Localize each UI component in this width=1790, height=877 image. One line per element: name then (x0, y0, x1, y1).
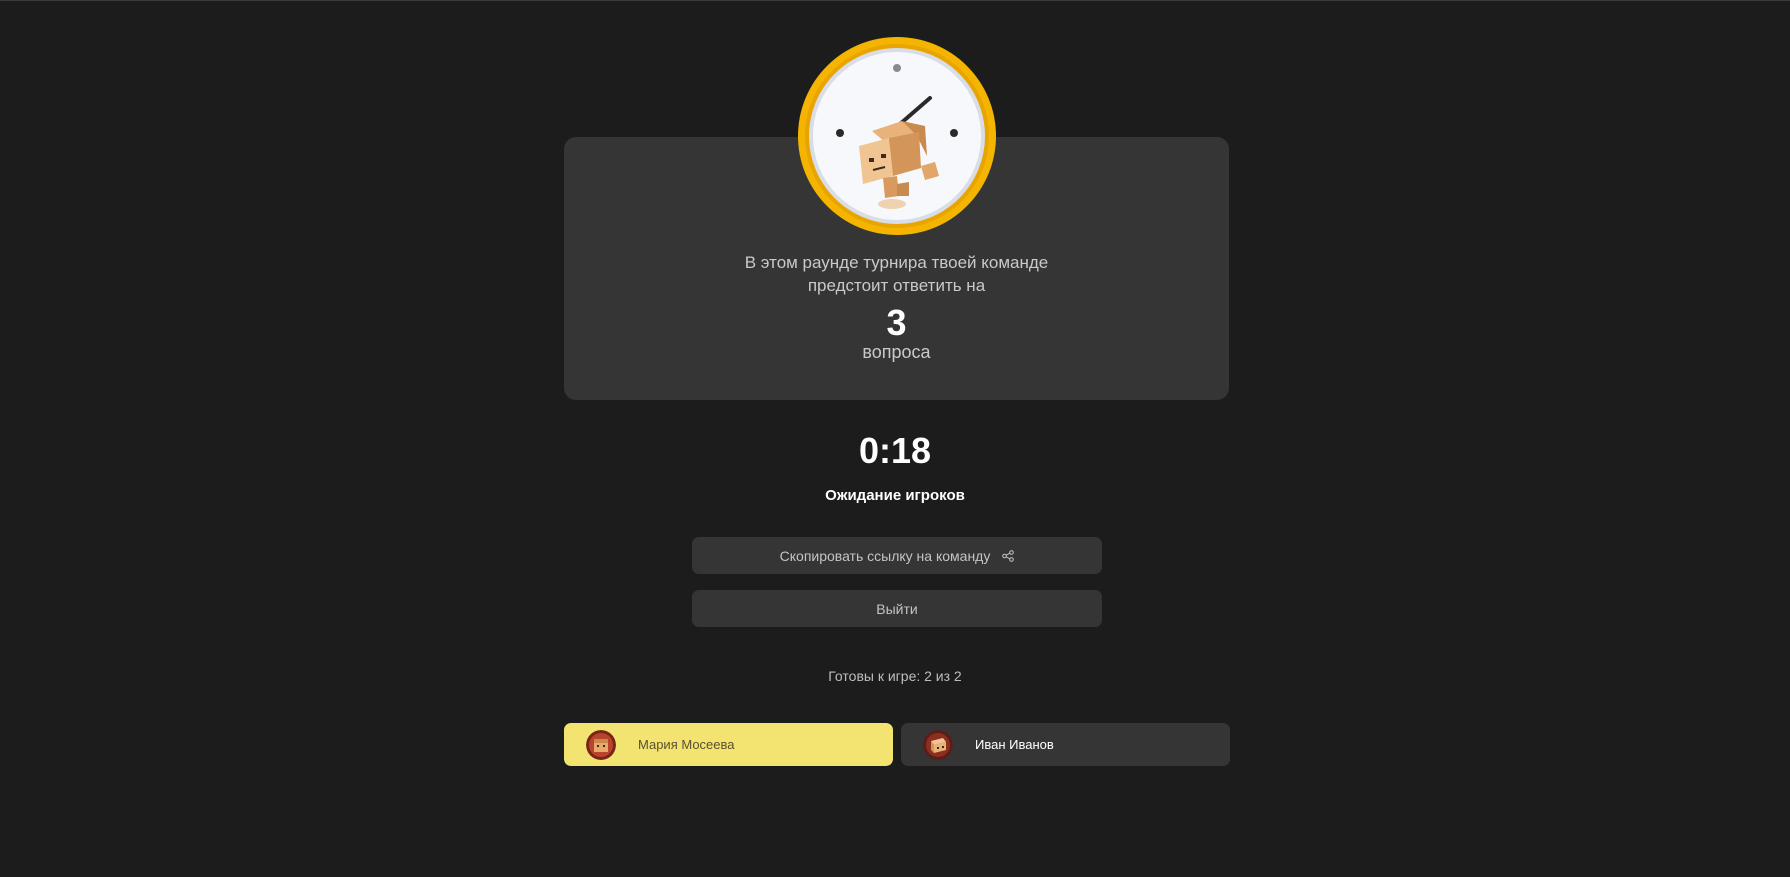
avatar (586, 729, 616, 760)
round-description: В этом раунде турнира твоей команде пред… (564, 251, 1229, 297)
ready-status: Готовы к игре: 2 из 2 (828, 668, 962, 684)
clock-illustration (797, 36, 997, 236)
player-card: Мария Мосеева (564, 723, 893, 766)
avatar (923, 729, 953, 760)
share-icon (1002, 549, 1015, 562)
question-count-label: вопроса (862, 342, 931, 362)
exit-label: Выйти (876, 600, 918, 617)
waiting-status: Ожидание игроков (825, 487, 965, 504)
round-description-line-1: В этом раунде турнира твоей команде (744, 253, 1049, 272)
round-description-line-2: предстоит ответить на (807, 276, 986, 295)
copy-team-link-label: Скопировать ссылку на команду (779, 547, 991, 564)
page: В этом раунде турнира твоей команде пред… (0, 0, 1790, 877)
copy-team-link-button[interactable]: Скопировать ссылку на команду (692, 537, 1102, 574)
question-count: 3 (886, 302, 907, 343)
exit-button[interactable]: Выйти (692, 590, 1102, 627)
player-name: Мария Мосеева (638, 737, 735, 752)
countdown-timer: 0:18 (858, 430, 932, 471)
player-name: Иван Иванов (975, 737, 1054, 752)
player-card: Иван Иванов (901, 723, 1230, 766)
